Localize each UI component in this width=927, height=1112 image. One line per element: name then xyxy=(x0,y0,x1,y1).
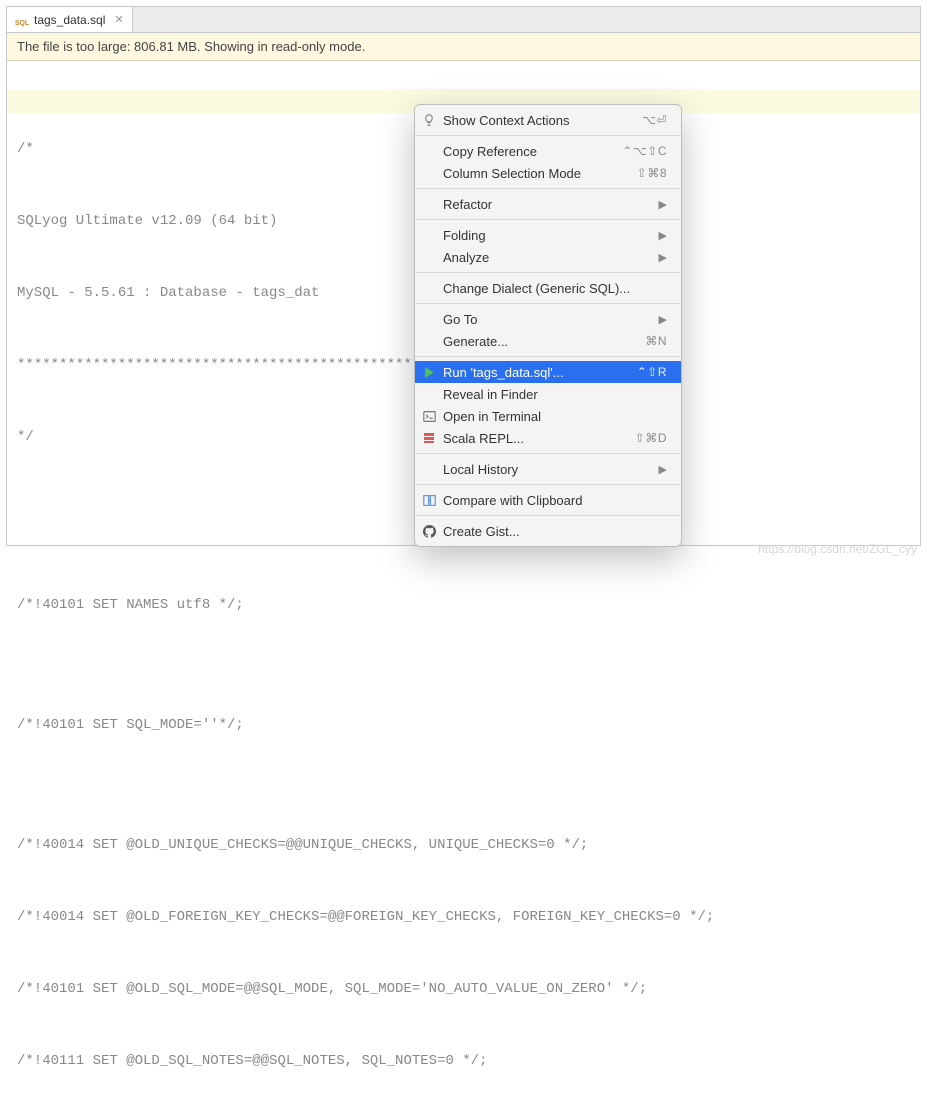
menu-analyze[interactable]: Analyze ▶ xyxy=(415,246,681,268)
menu-label: Copy Reference xyxy=(443,144,622,159)
tab-filename: tags_data.sql xyxy=(34,13,105,27)
menu-folding[interactable]: Folding ▶ xyxy=(415,224,681,246)
file-tab[interactable]: SQL tags_data.sql ✕ xyxy=(7,7,133,32)
menu-label: Refactor xyxy=(443,197,655,212)
menu-shortcut: ⌘N xyxy=(645,334,667,348)
code-line: /*!40101 SET NAMES utf8 */; xyxy=(17,593,910,617)
menu-open-terminal[interactable]: Open in Terminal xyxy=(415,405,681,427)
menu-label: Go To xyxy=(443,312,655,327)
code-line: /*!40101 SET @OLD_SQL_MODE=@@SQL_MODE, S… xyxy=(17,977,910,1001)
menu-label: Local History xyxy=(443,462,655,477)
menu-separator xyxy=(415,272,681,273)
lightbulb-icon xyxy=(421,112,437,128)
menu-go-to[interactable]: Go To ▶ xyxy=(415,308,681,330)
terminal-icon xyxy=(421,408,437,424)
github-icon xyxy=(421,523,437,539)
readonly-banner: The file is too large: 806.81 MB. Showin… xyxy=(7,33,920,61)
close-tab-icon[interactable]: ✕ xyxy=(114,13,123,26)
menu-shortcut: ⌃⌥⇧C xyxy=(622,144,667,158)
menu-compare-clipboard[interactable]: Compare with Clipboard xyxy=(415,489,681,511)
menu-separator xyxy=(415,219,681,220)
menu-label: Run 'tags_data.sql'... xyxy=(443,365,637,380)
menu-label: Analyze xyxy=(443,250,655,265)
menu-separator xyxy=(415,515,681,516)
menu-shortcut: ⇧⌘8 xyxy=(637,166,667,180)
menu-separator xyxy=(415,453,681,454)
menu-change-dialect[interactable]: Change Dialect (Generic SQL)... xyxy=(415,277,681,299)
menu-local-history[interactable]: Local History ▶ xyxy=(415,458,681,480)
diff-icon xyxy=(421,492,437,508)
menu-run[interactable]: Run 'tags_data.sql'... ⌃⇧R xyxy=(415,361,681,383)
menu-label: Column Selection Mode xyxy=(443,166,637,181)
menu-create-gist[interactable]: Create Gist... xyxy=(415,520,681,542)
menu-separator xyxy=(415,303,681,304)
tab-bar: SQL tags_data.sql ✕ xyxy=(7,7,920,33)
chevron-right-icon: ▶ xyxy=(659,313,667,326)
watermark-text: https://blog.csdn.net/ZGL_cyy xyxy=(758,542,917,556)
menu-refactor[interactable]: Refactor ▶ xyxy=(415,193,681,215)
menu-label: Show Context Actions xyxy=(443,113,642,128)
menu-separator xyxy=(415,484,681,485)
code-line: /*!40101 SET SQL_MODE=''*/; xyxy=(17,713,910,737)
menu-reveal-finder[interactable]: Reveal in Finder xyxy=(415,383,681,405)
menu-separator xyxy=(415,356,681,357)
menu-label: Open in Terminal xyxy=(443,409,667,424)
menu-label: Reveal in Finder xyxy=(443,387,667,402)
scala-icon xyxy=(421,430,437,446)
menu-column-selection[interactable]: Column Selection Mode ⇧⌘8 xyxy=(415,162,681,184)
menu-label: Create Gist... xyxy=(443,524,667,539)
context-menu: Show Context Actions ⌥⏎ Copy Reference ⌃… xyxy=(414,104,682,547)
menu-label: Change Dialect (Generic SQL)... xyxy=(443,281,667,296)
menu-label: Folding xyxy=(443,228,655,243)
menu-shortcut: ⌥⏎ xyxy=(642,113,667,127)
menu-copy-reference[interactable]: Copy Reference ⌃⌥⇧C xyxy=(415,140,681,162)
chevron-right-icon: ▶ xyxy=(659,229,667,242)
banner-message: The file is too large: 806.81 MB. Showin… xyxy=(17,39,365,54)
code-line: /*!40111 SET @OLD_SQL_NOTES=@@SQL_NOTES,… xyxy=(17,1049,910,1073)
chevron-right-icon: ▶ xyxy=(659,198,667,211)
menu-shortcut: ⇧⌘D xyxy=(635,431,667,445)
menu-generate[interactable]: Generate... ⌘N xyxy=(415,330,681,352)
menu-label: Generate... xyxy=(443,334,645,349)
menu-context-actions[interactable]: Show Context Actions ⌥⏎ xyxy=(415,109,681,131)
menu-separator xyxy=(415,135,681,136)
code-line: /*!40014 SET @OLD_UNIQUE_CHECKS=@@UNIQUE… xyxy=(17,833,910,857)
menu-shortcut: ⌃⇧R xyxy=(637,365,667,379)
chevron-right-icon: ▶ xyxy=(659,463,667,476)
sql-file-icon: SQL xyxy=(15,13,29,27)
menu-label: Compare with Clipboard xyxy=(443,493,667,508)
menu-scala-repl[interactable]: Scala REPL... ⇧⌘D xyxy=(415,427,681,449)
play-icon xyxy=(421,364,437,380)
menu-separator xyxy=(415,188,681,189)
code-line: /*!40014 SET @OLD_FOREIGN_KEY_CHECKS=@@F… xyxy=(17,905,910,929)
menu-label: Scala REPL... xyxy=(443,431,635,446)
chevron-right-icon: ▶ xyxy=(659,251,667,264)
